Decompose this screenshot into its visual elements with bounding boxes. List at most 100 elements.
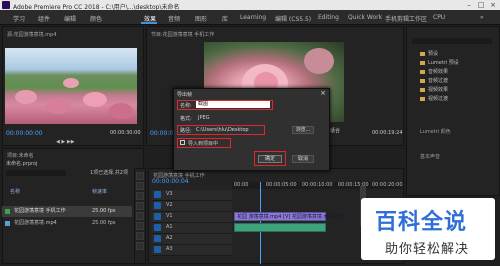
program-fit-dropdown[interactable]: 适合	[330, 129, 340, 134]
track-target-icon[interactable]	[154, 224, 161, 231]
export-frame-dialog: 导出帧 × 名称: 截图 格式: JPEG 路径: C:\Users\hlu\D…	[173, 88, 330, 171]
path-label: 路径:	[180, 128, 192, 134]
track-target-icon[interactable]	[154, 213, 161, 220]
project-panel-tab[interactable]: 项目:未命名	[7, 152, 34, 159]
format-dropdown[interactable]: JPEG	[198, 115, 210, 121]
project-column-framerate[interactable]: 帧速率	[92, 190, 107, 195]
source-video-frame	[5, 48, 137, 124]
effects-item-label: 音频效果	[428, 69, 449, 75]
tab-library[interactable]: 库	[222, 14, 228, 23]
project-item-rate: 25.00 fps	[92, 208, 116, 214]
ruler-tick-label: 00:00:05:00	[266, 182, 297, 188]
track-header-v1[interactable]: V1	[152, 212, 232, 223]
track-select-tool-icon[interactable]	[136, 182, 144, 190]
project-file-name: 未命名.prproj	[6, 161, 38, 167]
folder-icon	[420, 96, 425, 101]
effects-item-audio-transitions[interactable]: 音频过渡	[420, 77, 448, 84]
ok-button[interactable]: 确定	[258, 155, 282, 163]
track-target-icon[interactable]	[154, 191, 161, 198]
watermark-subtitle: 助你轻松解决	[385, 242, 470, 257]
track-header-a2[interactable]: A2	[152, 234, 232, 245]
frame-name-input[interactable]: 截图	[196, 101, 270, 108]
tab-learning[interactable]: Learning	[240, 14, 266, 21]
browse-button[interactable]: 浏览...	[292, 126, 314, 134]
effects-item-audio-effects[interactable]: 音频效果	[420, 68, 448, 75]
lumetri-color-label[interactable]: Lumetri 颜色	[420, 130, 451, 135]
pen-tool-icon[interactable]	[136, 222, 144, 230]
track-name: A2	[166, 235, 173, 241]
effects-item-presets[interactable]: 预设	[420, 50, 438, 57]
timeline-ruler[interactable]: 00:00 00:00:05:00 00:00:10:00 00:00:15:0…	[232, 182, 403, 189]
cancel-button[interactable]: 取消	[292, 155, 314, 163]
track-name: V2	[166, 202, 173, 208]
track-target-icon[interactable]	[154, 202, 161, 209]
tab-edit[interactable]: 编辑	[64, 14, 76, 23]
essential-sound-label[interactable]: 基本声音	[420, 155, 440, 160]
effects-item-video-transitions[interactable]: 视频过渡	[420, 95, 448, 102]
track-name: A1	[166, 224, 173, 230]
tab-learn[interactable]: 学习	[13, 14, 25, 23]
folder-icon	[420, 87, 425, 92]
effects-item-video-effects[interactable]: 视频效果	[420, 86, 448, 93]
track-name: V3	[166, 191, 173, 197]
track-header-a1[interactable]: A1	[152, 223, 232, 234]
project-selection-count: 1项已选择,共2项	[90, 170, 128, 176]
hand-tool-icon[interactable]	[136, 232, 144, 240]
program-monitor-tab[interactable]: 节目:花园游荡意境 手机工作	[151, 31, 214, 38]
selection-tool-icon[interactable]	[136, 172, 144, 180]
effects-item-label: 音频过渡	[428, 78, 449, 84]
folder-icon	[420, 69, 425, 74]
audio-clip[interactable]	[234, 223, 326, 232]
ruler-tick-label: 00:00:20:00	[372, 182, 403, 188]
slip-tool-icon[interactable]	[136, 212, 144, 220]
dialog-title: 导出帧	[177, 92, 193, 98]
tab-graphics[interactable]: 图形	[195, 14, 207, 23]
source-monitor-tab[interactable]: 源:花园游荡意境.mp4	[7, 31, 57, 38]
video-clip-icon	[5, 221, 10, 226]
source-playback-controls[interactable]: ◀ ▶ ▶▶	[56, 139, 86, 145]
effects-item-lumetri-presets[interactable]: Lumetri 预设	[420, 59, 459, 66]
source-timecode-current[interactable]: 00:00:00:00	[6, 130, 43, 137]
close-icon[interactable]: ×	[488, 1, 498, 9]
tab-audio[interactable]: 音频	[168, 14, 180, 23]
watermark-title: 百科全说	[375, 210, 468, 235]
type-tool-icon[interactable]	[136, 242, 144, 250]
project-column-name[interactable]: 名称	[10, 190, 20, 195]
format-label: 格式:	[180, 116, 192, 122]
dialog-close-icon[interactable]: ×	[320, 89, 326, 97]
tab-assembly[interactable]: 组件	[38, 14, 50, 23]
project-list-item[interactable]: 花园游荡意境 手机工作 25.00 fps	[2, 206, 132, 217]
import-label: 导入到项目中	[188, 141, 219, 147]
track-name: V1	[166, 213, 173, 219]
track-target-icon[interactable]	[154, 235, 161, 242]
import-checkbox[interactable]	[180, 140, 185, 145]
timeline-timecode[interactable]: 00:00:00:04	[152, 178, 189, 185]
minimize-icon[interactable]: –	[464, 1, 474, 9]
razor-tool-icon[interactable]	[136, 202, 144, 210]
name-label: 名称:	[180, 103, 192, 109]
tab-mobile-workspace[interactable]: 手机剪辑工作区	[385, 14, 427, 23]
clip-label: 花园 游荡意境.mp4 [V] 花园游荡意境.mp4 [V]	[237, 214, 344, 220]
ripple-edit-tool-icon[interactable]	[136, 192, 144, 200]
tab-cpu[interactable]: CPU	[433, 14, 445, 21]
track-target-icon[interactable]	[154, 246, 161, 253]
active-tab-indicator	[141, 22, 157, 24]
track-header-a3[interactable]: A3	[152, 245, 232, 256]
tab-quick-work[interactable]: Quick Work	[348, 14, 382, 21]
project-list-item[interactable]: 花园游荡意境.mp4 25.00 fps	[2, 218, 132, 229]
track-header-v3[interactable]: V3	[152, 190, 232, 201]
project-item-name: 花园游荡意境.mp4	[14, 220, 57, 226]
source-timecode-duration: 00:00:30:00	[110, 130, 141, 136]
program-timecode-duration: 00:00:19:24	[372, 130, 403, 136]
video-clip[interactable]: 花园 游荡意境.mp4 [V] 花园游荡意境.mp4 [V]	[234, 212, 344, 221]
tab-color[interactable]: 颜色	[90, 14, 102, 23]
sequence-icon	[5, 209, 10, 214]
tab-edit-cs55[interactable]: 编辑 (CS5.5)	[275, 14, 311, 23]
maximize-icon[interactable]: □	[476, 1, 486, 9]
tab-editing[interactable]: Editing	[318, 14, 339, 21]
effects-search-input[interactable]	[412, 38, 492, 44]
track-header-v2[interactable]: V2	[152, 201, 232, 212]
effects-item-label: 视频效果	[428, 87, 449, 93]
tabs-overflow-icon[interactable]: »	[480, 14, 484, 21]
project-search-input[interactable]	[6, 170, 66, 176]
